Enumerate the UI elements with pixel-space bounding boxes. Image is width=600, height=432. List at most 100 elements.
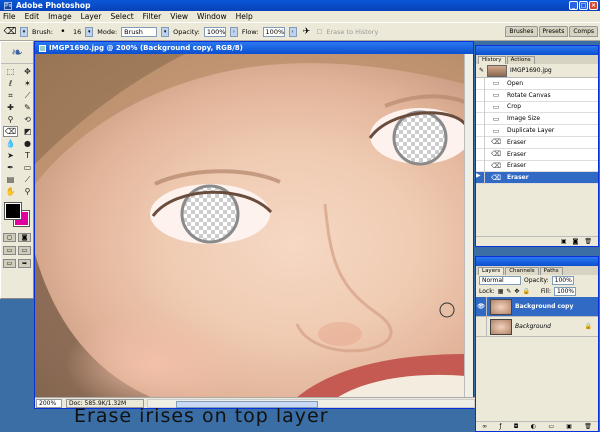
history-state-current[interactable]: ▶ ⌫ Eraser: [476, 171, 598, 185]
crop-tool-icon[interactable]: ⌗: [3, 90, 18, 101]
mode-dropdown[interactable]: ▾: [161, 26, 170, 37]
history-state[interactable]: ▭ Open: [476, 77, 598, 90]
menu-view[interactable]: View: [170, 12, 188, 21]
zoom-level-field[interactable]: 200%: [36, 398, 62, 408]
shape-tool-icon[interactable]: ▭: [20, 162, 35, 173]
history-brush-source-icon[interactable]: ✎: [479, 67, 484, 74]
history-state[interactable]: ▭ Duplicate Layer: [476, 124, 598, 137]
tab-paths[interactable]: Paths: [539, 267, 563, 275]
layer-fill-field[interactable]: 100%: [553, 287, 576, 296]
tool-preset-dropdown[interactable]: ▾: [20, 26, 28, 37]
maximize-button[interactable]: □: [579, 1, 588, 10]
menu-image[interactable]: Image: [48, 12, 72, 21]
menu-help[interactable]: Help: [236, 12, 253, 21]
brush-tool-icon[interactable]: ✎: [20, 102, 35, 113]
layer-row[interactable]: 👁 Background copy: [476, 296, 598, 317]
dodge-tool-icon[interactable]: ●: [20, 138, 35, 149]
eyedropper-icon[interactable]: ⟋: [20, 174, 35, 185]
history-state[interactable]: ⌫ Eraser: [476, 148, 598, 161]
lock-transparency-icon[interactable]: ▦: [498, 288, 504, 295]
new-snapshot-icon[interactable]: ◙: [573, 238, 579, 245]
adjustment-layer-icon[interactable]: ◐: [531, 423, 536, 430]
new-layer-icon[interactable]: ▣: [566, 423, 572, 430]
standard-mode-button[interactable]: ◻: [3, 233, 16, 242]
close-button[interactable]: ×: [589, 1, 598, 10]
layer-row[interactable]: Background 🔒: [476, 316, 598, 337]
well-tab-brushes[interactable]: Brushes: [505, 26, 538, 37]
history-palette-header[interactable]: [476, 46, 598, 55]
blur-tool-icon[interactable]: 💧: [3, 138, 18, 149]
lock-all-icon[interactable]: 🔒: [522, 288, 529, 295]
tab-history[interactable]: History: [478, 56, 506, 64]
layer-opacity-field[interactable]: 100%: [551, 276, 574, 285]
history-state[interactable]: ⌫ Eraser: [476, 160, 598, 173]
new-document-from-state-icon[interactable]: ▣: [561, 238, 567, 245]
erase-to-history-checkbox[interactable]: ☐: [317, 28, 323, 36]
new-group-icon[interactable]: ▭: [548, 423, 554, 430]
history-state[interactable]: ▭ Crop: [476, 101, 598, 114]
airbrush-icon[interactable]: ✈: [301, 26, 313, 38]
adobe-feather-icon[interactable]: ❧: [1, 42, 33, 64]
layer-mask-icon[interactable]: ◘: [514, 423, 519, 430]
layer-style-icon[interactable]: ƒ: [499, 423, 501, 430]
move-tool-icon[interactable]: ✥: [20, 66, 35, 77]
tab-layers[interactable]: Layers: [478, 267, 505, 275]
layers-palette-header[interactable]: [476, 257, 598, 266]
brush-picker-dropdown[interactable]: ▾: [85, 26, 94, 37]
slice-tool-icon[interactable]: ⟋: [20, 90, 35, 101]
history-snapshot[interactable]: ✎ IMGP1690.jpg: [476, 64, 598, 78]
jump-to-imageready[interactable]: ➥: [18, 259, 31, 268]
history-state[interactable]: ▭ Image Size: [476, 112, 598, 126]
healing-brush-icon[interactable]: ✚: [3, 102, 18, 113]
paint-bucket-icon[interactable]: ◩: [20, 126, 35, 137]
image-canvas[interactable]: [35, 54, 465, 399]
lock-pixels-icon[interactable]: ✎: [506, 288, 511, 295]
well-tab-presets[interactable]: Presets: [538, 26, 569, 37]
blend-mode-select[interactable]: Normal: [479, 276, 521, 285]
pen-tool-icon[interactable]: ✒: [3, 162, 18, 173]
state-slider-icon[interactable]: ▶: [476, 171, 485, 184]
tab-channels[interactable]: Channels: [505, 267, 539, 275]
delete-state-icon[interactable]: 🗑: [584, 238, 592, 245]
document-title-bar[interactable]: IMGP1690.jpg @ 200% (Background copy, RG…: [35, 42, 473, 54]
menu-layer[interactable]: Layer: [81, 12, 102, 21]
type-tool-icon[interactable]: T: [20, 150, 35, 161]
flow-slider-button[interactable]: ›: [288, 26, 297, 37]
menu-edit[interactable]: Edit: [25, 12, 40, 21]
opacity-field[interactable]: 100%: [203, 26, 226, 37]
menu-select[interactable]: Select: [111, 12, 134, 21]
lock-position-icon[interactable]: ✥: [514, 288, 519, 295]
screen-mode-full[interactable]: ▭: [3, 259, 16, 268]
visibility-eye-icon[interactable]: 👁: [476, 296, 487, 317]
delete-layer-icon[interactable]: 🗑: [584, 423, 592, 430]
opacity-slider-button[interactable]: ›: [229, 26, 238, 37]
screen-mode-full-menu[interactable]: ▭: [18, 246, 31, 255]
foreground-color-swatch[interactable]: [4, 202, 22, 220]
brush-preview-icon[interactable]: •: [57, 26, 69, 38]
quick-mask-button[interactable]: ◙: [18, 233, 31, 242]
hand-tool-icon[interactable]: ✋: [3, 186, 18, 197]
eraser-tool-icon[interactable]: ⌫: [3, 126, 18, 137]
zoom-tool-icon[interactable]: ⚲: [20, 186, 35, 197]
menu-filter[interactable]: Filter: [143, 12, 162, 21]
history-state[interactable]: ▭ Rotate Canvas: [476, 89, 598, 102]
minimize-button[interactable]: _: [569, 1, 578, 10]
magic-wand-tool-icon[interactable]: ✶: [20, 78, 35, 89]
history-state[interactable]: ⌫ Eraser: [476, 136, 598, 149]
menu-file[interactable]: File: [3, 12, 16, 21]
tab-actions[interactable]: Actions: [506, 56, 535, 64]
flow-field[interactable]: 100%: [262, 26, 285, 37]
notes-tool-icon[interactable]: ▤: [3, 174, 18, 185]
mode-select[interactable]: Brush: [121, 26, 158, 37]
link-layers-icon[interactable]: ∞: [482, 423, 487, 430]
well-tab-comps[interactable]: Comps: [569, 26, 598, 37]
marquee-tool-icon[interactable]: ⬚: [3, 66, 18, 77]
clone-stamp-icon[interactable]: ⚲: [3, 114, 18, 125]
vertical-scrollbar[interactable]: [464, 54, 473, 399]
path-selection-icon[interactable]: ➤: [3, 150, 18, 161]
screen-mode-standard[interactable]: ▭: [3, 246, 16, 255]
eraser-tool-icon[interactable]: ⌫: [4, 26, 17, 38]
menu-window[interactable]: Window: [197, 12, 227, 21]
history-brush-icon[interactable]: ⟲: [20, 114, 35, 125]
visibility-toggle[interactable]: [476, 316, 487, 337]
